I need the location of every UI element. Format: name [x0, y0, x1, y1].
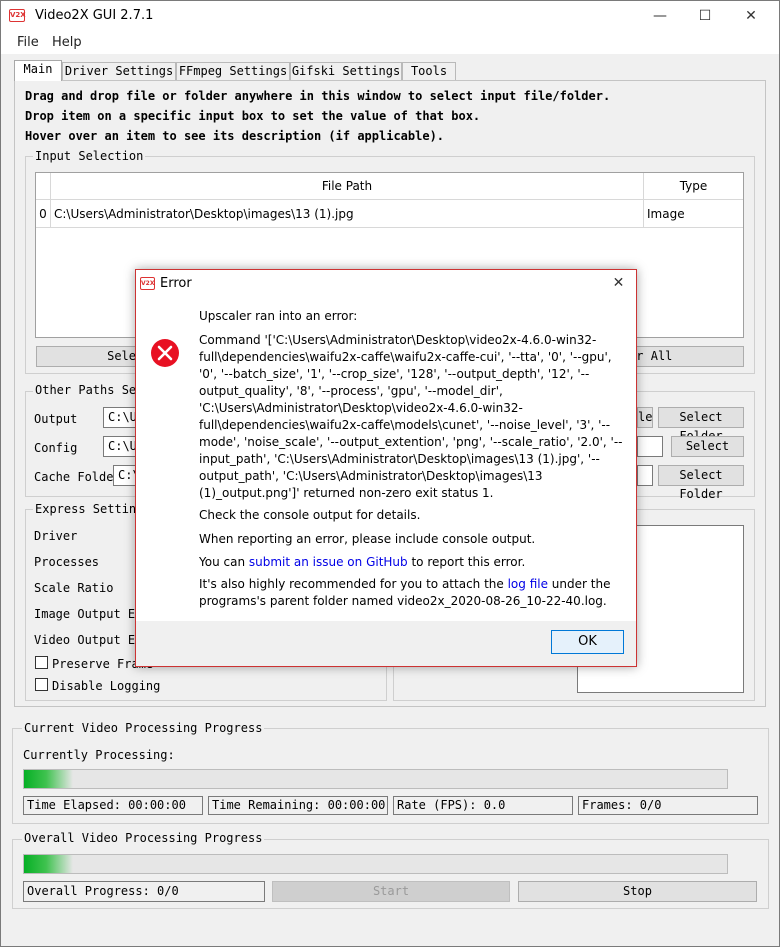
output-label: Output: [34, 412, 78, 426]
table-row-type[interactable]: Image: [647, 200, 742, 228]
title-bar: V2X Video2X GUI 2.7.1 — ☐ ✕: [1, 1, 779, 32]
tab-tools[interactable]: Tools: [402, 62, 456, 80]
github-issue-link[interactable]: submit an issue on GitHub: [249, 555, 408, 569]
table-row-index: 0: [36, 200, 51, 228]
dialog-title: Error: [160, 276, 192, 291]
report-instructions-text: When reporting an error, please include …: [199, 532, 536, 546]
close-button[interactable]: ✕: [728, 1, 774, 32]
input-selection-title: Input Selection: [33, 149, 146, 163]
help-text-line: Hover over an item to see its descriptio…: [25, 129, 445, 143]
config-label: Config: [34, 441, 78, 455]
overall-progress-fill: [24, 855, 74, 873]
time-remaining-status: Time Remaining: 00:00:00: [208, 796, 388, 815]
log-prefix: It's also highly recommended for you to …: [199, 577, 508, 591]
log-file-link[interactable]: log file: [508, 577, 548, 591]
submit-issue-text: You can submit an issue on GitHub to rep…: [199, 554, 525, 571]
app-logo-icon: V2X: [9, 9, 26, 22]
issue-suffix: to report this error.: [407, 555, 526, 569]
config-field-tail[interactable]: [637, 436, 663, 457]
overall-progress-bar: [23, 854, 728, 874]
help-text-line: Drag and drop file or folder anywhere in…: [25, 89, 611, 103]
disable-logging-label: Disable Logging: [52, 679, 161, 693]
dialog-title-bar: V2X Error ✕: [136, 270, 636, 298]
select-output-folder-button[interactable]: Select Folder: [658, 407, 744, 443]
dialog-body: Upscaler ran into an error: Command '['C…: [136, 298, 636, 621]
start-button[interactable]: Start: [272, 881, 510, 902]
cache-field-tail[interactable]: [637, 465, 653, 486]
dialog-close-button[interactable]: ✕: [601, 270, 636, 298]
overall-progress-title: Overall Video Processing Progress: [22, 831, 265, 845]
minimize-button[interactable]: —: [637, 1, 683, 32]
main-window: V2X Video2X GUI 2.7.1 — ☐ ✕ File Help Ma…: [0, 0, 780, 947]
select-config-button[interactable]: Select: [671, 436, 744, 457]
ok-button[interactable]: OK: [551, 630, 624, 654]
error-command-text: Command '['C:\Users\Administrator\Deskto…: [199, 333, 623, 500]
cache-folder-label: Cache Folder: [34, 470, 121, 484]
tab-driver-settings[interactable]: Driver Settings: [62, 62, 176, 80]
error-dialog: V2X Error ✕ Upscaler ran into an error: …: [135, 269, 637, 667]
table-column-divider: [643, 200, 644, 228]
rate-status: Rate (FPS): 0.0: [393, 796, 573, 815]
output-path-field[interactable]: C:\Us: [103, 407, 137, 428]
menu-file[interactable]: File: [17, 35, 39, 50]
time-elapsed-status: Time Elapsed: 00:00:00: [23, 796, 203, 815]
processes-label: Processes: [34, 555, 100, 569]
select-cache-folder-button[interactable]: Select Folder: [658, 465, 744, 501]
log-file-text: It's also highly recommended for you to …: [199, 576, 624, 610]
dialog-app-icon: V2X: [140, 277, 155, 290]
stop-button[interactable]: Stop: [518, 881, 757, 902]
table-header-type[interactable]: Type: [644, 173, 743, 200]
config-path-field[interactable]: C:\Us: [103, 436, 137, 457]
issue-prefix: You can: [199, 555, 249, 569]
table-header-path[interactable]: File Path: [51, 173, 644, 200]
tab-gifski-settings[interactable]: Gifski Settings: [290, 62, 402, 80]
dialog-footer: OK: [136, 621, 636, 666]
menu-help[interactable]: Help: [52, 35, 82, 50]
scale-ratio-label: Scale Ratio: [34, 581, 114, 595]
window-title: Video2X GUI 2.7.1: [35, 8, 154, 23]
error-icon: [151, 339, 179, 367]
table-row-path[interactable]: C:\Users\Administrator\Desktop\images\13…: [54, 200, 642, 228]
tab-main[interactable]: Main: [14, 60, 62, 81]
cache-folder-field[interactable]: C:\: [113, 465, 137, 486]
check-console-text: Check the console output for details.: [199, 508, 421, 522]
menu-bar: File Help: [1, 32, 779, 54]
error-heading: Upscaler ran into an error:: [199, 309, 358, 323]
preserve-frames-checkbox[interactable]: [35, 656, 48, 669]
tab-ffmpeg-settings[interactable]: FFmpeg Settings: [176, 62, 290, 80]
driver-label: Driver: [34, 529, 78, 543]
current-progress-title: Current Video Processing Progress: [22, 721, 265, 735]
help-text-line: Drop item on a specific input box to set…: [25, 109, 481, 123]
table-row-divider: [51, 227, 743, 228]
frames-status: Frames: 0/0: [578, 796, 758, 815]
currently-processing-label: Currently Processing:: [23, 748, 175, 762]
disable-logging-checkbox[interactable]: [35, 678, 48, 691]
table-header-index: [36, 173, 51, 200]
current-progress-bar: [23, 769, 728, 789]
overall-progress-status: Overall Progress: 0/0: [23, 881, 265, 902]
current-progress-fill: [24, 770, 74, 788]
select-file-output-button[interactable]: le: [637, 407, 653, 428]
maximize-button[interactable]: ☐: [682, 1, 728, 32]
